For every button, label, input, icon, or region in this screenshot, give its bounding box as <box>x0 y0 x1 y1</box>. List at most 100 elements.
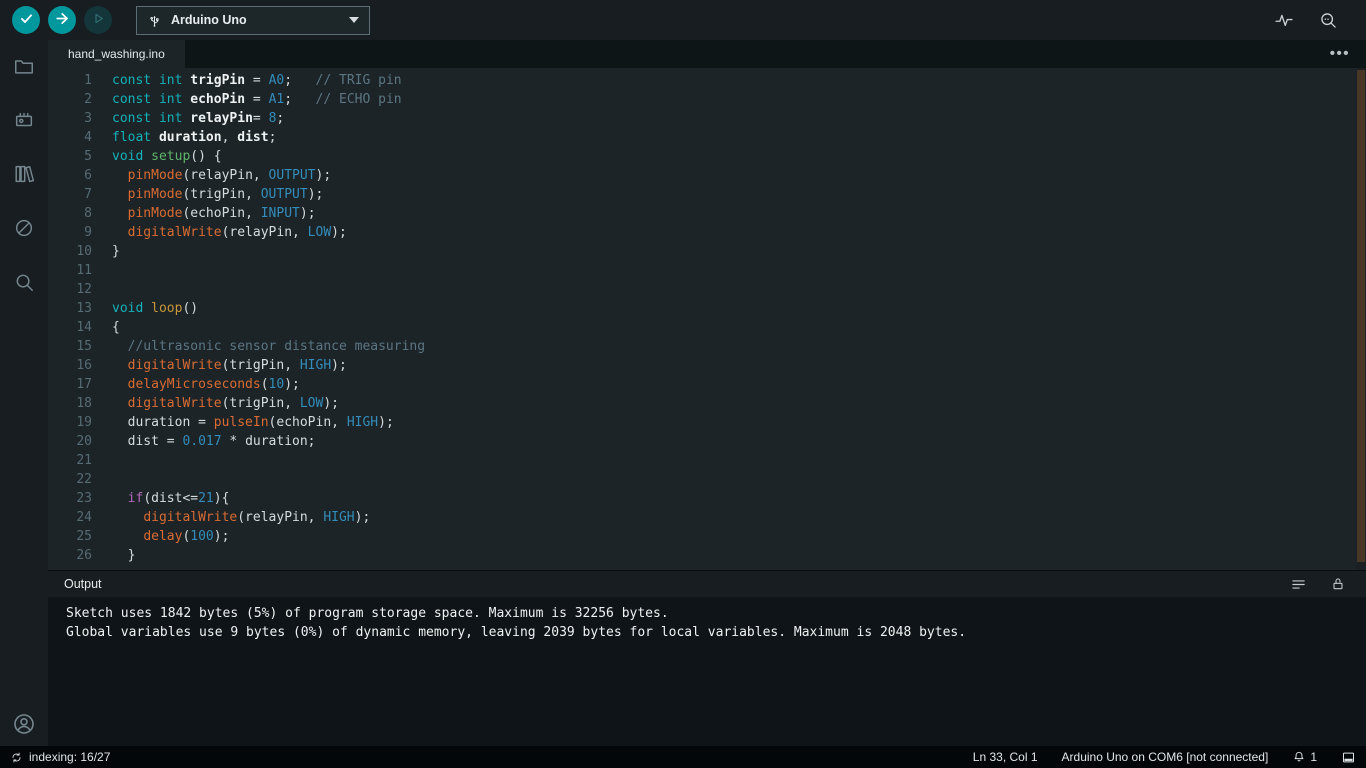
line-number: 3 <box>84 111 92 126</box>
upload-button[interactable] <box>48 6 76 34</box>
debug-circle-slash-icon[interactable] <box>12 216 36 240</box>
code-line[interactable]: 20 dist = 0.017 * duration; <box>48 432 1366 451</box>
line-number: 19 <box>76 415 92 430</box>
toolbar-right-actions <box>1272 8 1354 32</box>
code-line[interactable]: 21 <box>48 451 1366 470</box>
sync-icon <box>10 751 23 764</box>
code-editor[interactable]: 1 const int trigPin = A0; // TRIG pin 2 con… <box>48 68 1366 570</box>
sketchbook-folder-icon[interactable] <box>12 54 36 78</box>
output-header-icons <box>1286 572 1350 596</box>
statusbar: indexing: 16/27 Ln 33, Col 1 Arduino Uno… <box>0 746 1366 768</box>
activity-sidebar <box>0 40 48 746</box>
code-line[interactable]: 4 float duration, dist; <box>48 128 1366 147</box>
line-number: 14 <box>76 320 92 335</box>
line-number: 1 <box>84 73 92 88</box>
boards-manager-icon[interactable] <box>12 108 36 132</box>
line-number: 5 <box>84 149 92 164</box>
tab-label: hand_washing.ino <box>68 47 165 61</box>
code-line[interactable]: 9 digitalWrite(relayPin, LOW); <box>48 223 1366 242</box>
line-number: 22 <box>76 472 92 487</box>
notification-count: 1 <box>1310 750 1317 764</box>
output-lines: Sketch uses 1842 bytes (5%) of program s… <box>48 597 1366 746</box>
tab-hand-washing-ino[interactable]: hand_washing.ino <box>48 40 185 68</box>
chevron-down-icon <box>349 17 359 23</box>
notifications[interactable]: 1 <box>1292 750 1317 764</box>
output-line: Global variables use 9 bytes (0%) of dyn… <box>66 625 967 640</box>
debug-icon <box>91 11 106 29</box>
bell-icon <box>1292 750 1306 764</box>
toolbar: Arduino Uno <box>0 0 1366 40</box>
line-number: 8 <box>84 206 92 221</box>
line-number: 4 <box>84 130 92 145</box>
serial-monitor-icon[interactable] <box>1316 8 1340 32</box>
code-line[interactable]: 26 } <box>48 546 1366 565</box>
line-number: 20 <box>76 434 92 449</box>
statusbar-right: Ln 33, Col 1 Arduino Uno on COM6 [not co… <box>973 750 1356 765</box>
line-number: 12 <box>76 282 92 297</box>
line-number: 6 <box>84 168 92 183</box>
code-line[interactable]: 15 //ultrasonic sensor distance measurin… <box>48 337 1366 356</box>
code-line[interactable]: 5 void setup() { <box>48 147 1366 166</box>
code-line[interactable]: 25 delay(100); <box>48 527 1366 546</box>
line-number: 24 <box>76 510 92 525</box>
scroll-lock-icon[interactable] <box>1326 572 1350 596</box>
code-line[interactable]: 24 digitalWrite(relayPin, HIGH); <box>48 508 1366 527</box>
search-icon[interactable] <box>12 270 36 294</box>
code-line[interactable]: 3 const int relayPin= 8; <box>48 109 1366 128</box>
editor-scrollbar[interactable] <box>1356 68 1366 570</box>
line-number: 2 <box>84 92 92 107</box>
code-lines: 1 const int trigPin = A0; // TRIG pin 2 con… <box>48 71 1366 565</box>
code-line[interactable]: 23 if(dist<=21){ <box>48 489 1366 508</box>
line-number: 9 <box>84 225 92 240</box>
board-selector-label: Arduino Uno <box>171 13 247 27</box>
code-line[interactable]: 16 digitalWrite(trigPin, HIGH); <box>48 356 1366 375</box>
line-number: 23 <box>76 491 92 506</box>
line-number: 10 <box>76 244 92 259</box>
code-line[interactable]: 11 <box>48 261 1366 280</box>
serial-plotter-icon[interactable] <box>1272 8 1296 32</box>
toggle-bottom-panel-icon[interactable] <box>1341 750 1356 765</box>
code-line[interactable]: 22 <box>48 470 1366 489</box>
line-number: 16 <box>76 358 92 373</box>
line-number: 17 <box>76 377 92 392</box>
verify-icon <box>18 10 35 30</box>
code-line[interactable]: 1 const int trigPin = A0; // TRIG pin <box>48 71 1366 90</box>
indexing-label: indexing: 16/27 <box>29 750 111 764</box>
line-number: 21 <box>76 453 92 468</box>
code-line[interactable]: 7 pinMode(trigPin, OUTPUT); <box>48 185 1366 204</box>
code-line[interactable]: 18 digitalWrite(trigPin, LOW); <box>48 394 1366 413</box>
more-actions-button[interactable]: ••• <box>1314 46 1366 61</box>
line-number: 11 <box>76 263 92 278</box>
usb-icon <box>147 13 162 28</box>
line-number: 18 <box>76 396 92 411</box>
output-header: Output <box>48 571 1366 597</box>
arduino-ide-window: Arduino Uno hand_washing.ino ••• 1 const… <box>0 0 1366 768</box>
line-number: 13 <box>76 301 92 316</box>
line-number: 26 <box>76 548 92 563</box>
code-line[interactable]: 17 delayMicroseconds(10); <box>48 375 1366 394</box>
start-debugging-button[interactable] <box>84 6 112 34</box>
editor-scrollbar-thumb[interactable] <box>1357 70 1365 562</box>
code-line[interactable]: 8 pinMode(echoPin, INPUT); <box>48 204 1366 223</box>
editor-tabbar: hand_washing.ino ••• <box>48 40 1366 68</box>
verify-button[interactable] <box>12 6 40 34</box>
output-title: Output <box>64 577 102 591</box>
board-connection-status[interactable]: Arduino Uno on COM6 [not connected] <box>1062 750 1269 764</box>
board-selector-dropdown[interactable]: Arduino Uno <box>136 5 370 35</box>
code-line[interactable]: 12 <box>48 280 1366 299</box>
code-line[interactable]: 13 void loop() <box>48 299 1366 318</box>
line-number: 15 <box>76 339 92 354</box>
upload-icon <box>54 10 71 30</box>
account-icon[interactable] <box>12 712 36 736</box>
code-line[interactable]: 14{ <box>48 318 1366 337</box>
code-line[interactable]: 19 duration = pulseIn(echoPin, HIGH); <box>48 413 1366 432</box>
indexing-status[interactable]: indexing: 16/27 <box>10 750 110 764</box>
output-line: Sketch uses 1842 bytes (5%) of program s… <box>66 606 669 621</box>
output-panel: Output Sketch uses 1842 bytes (5%) of pr… <box>48 570 1366 746</box>
library-manager-icon[interactable] <box>12 162 36 186</box>
code-line[interactable]: 2 const int echoPin = A1; // ECHO pin <box>48 90 1366 109</box>
code-line[interactable]: 6 pinMode(relayPin, OUTPUT); <box>48 166 1366 185</box>
clear-output-icon[interactable] <box>1286 572 1310 596</box>
code-line[interactable]: 10} <box>48 242 1366 261</box>
cursor-position[interactable]: Ln 33, Col 1 <box>973 750 1038 764</box>
